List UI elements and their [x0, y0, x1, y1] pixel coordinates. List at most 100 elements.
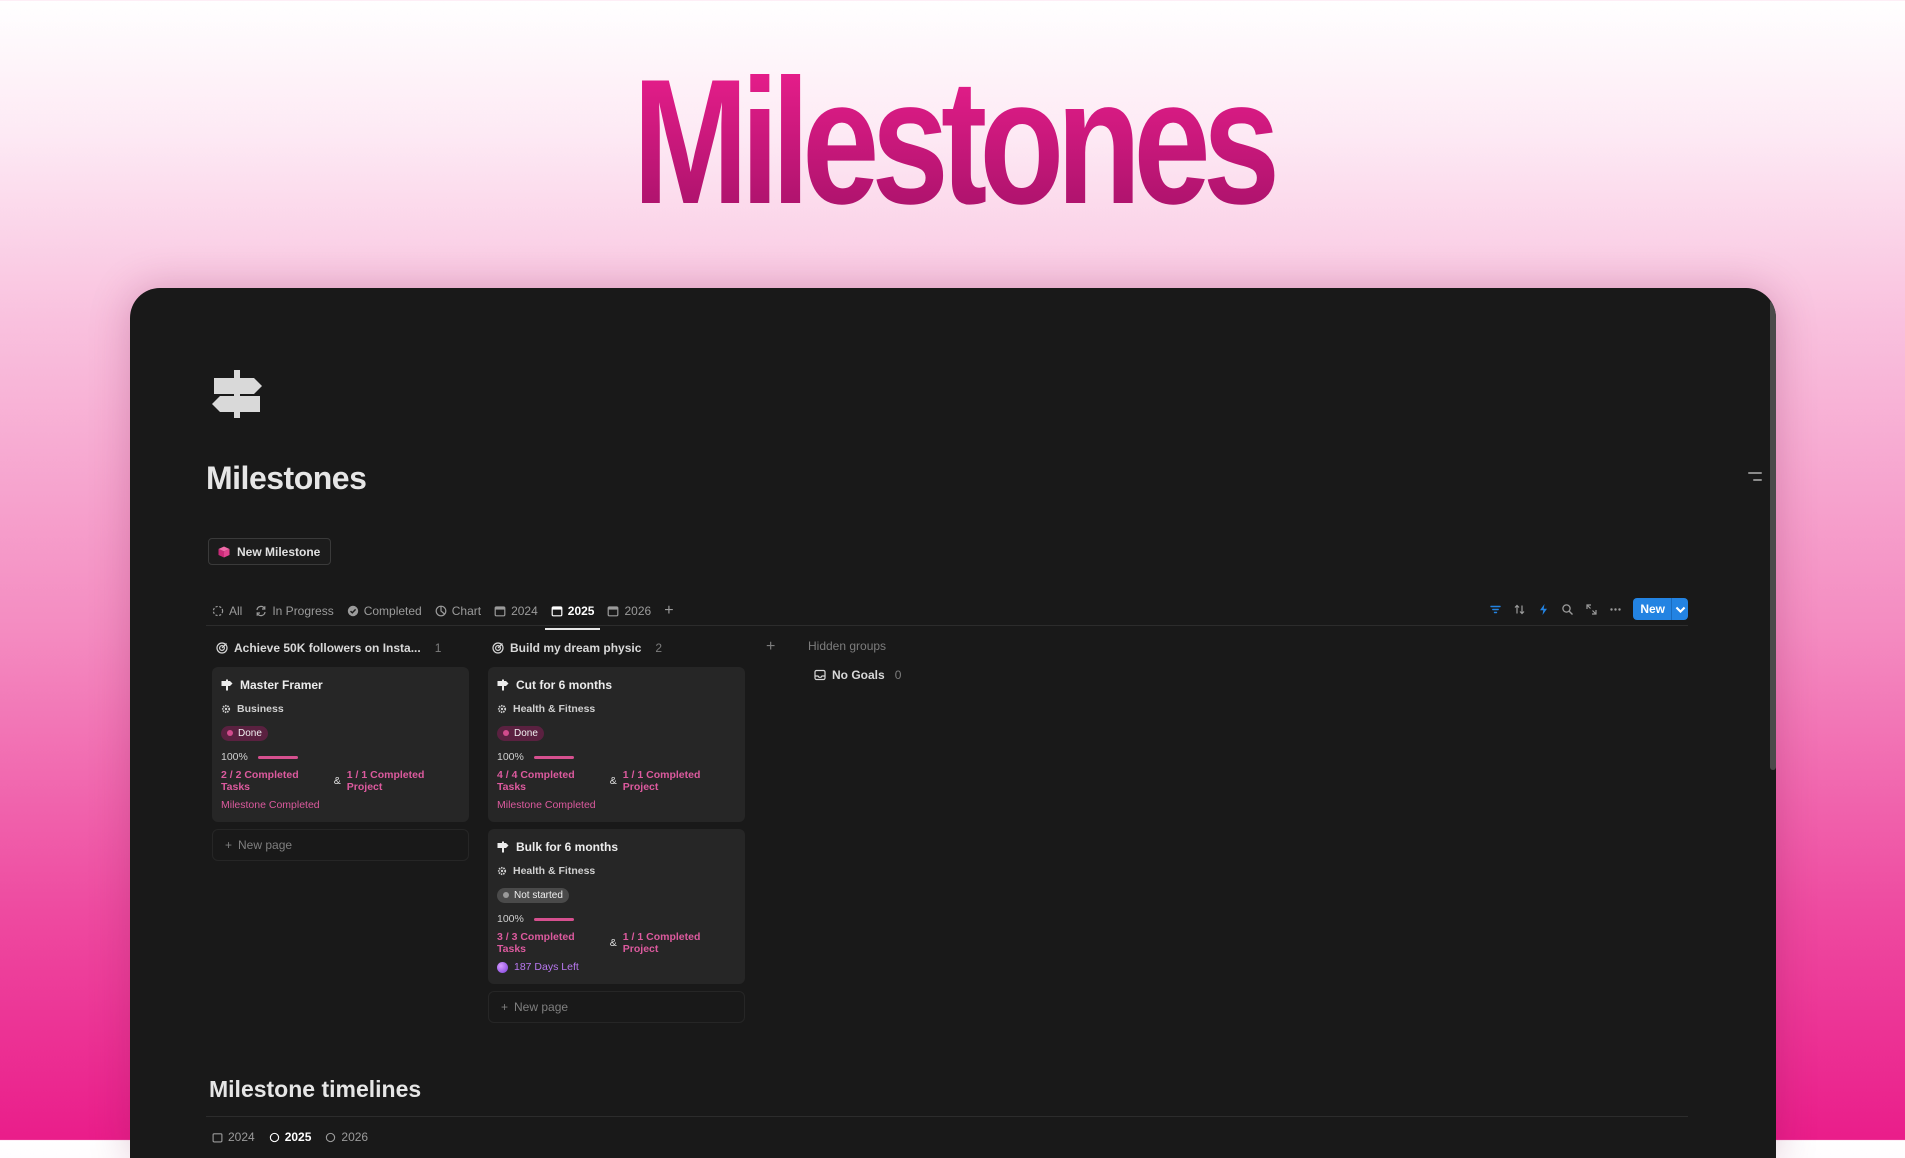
new-milestone-label: New Milestone	[237, 544, 321, 559]
tasks-count: 3 / 3 Completed Tasks	[497, 931, 575, 955]
new-dropdown-button[interactable]	[1671, 598, 1688, 620]
new-page-button[interactable]: + New page	[212, 829, 469, 861]
card-footer: 187 Days Left	[497, 958, 736, 976]
progress-text: 100%	[221, 751, 248, 763]
card-title-text: Master Framer	[240, 678, 323, 692]
more-icon[interactable]	[1609, 603, 1622, 616]
timeline-tabs: 2024 2025 2026	[212, 1130, 368, 1144]
badge-check-icon	[347, 605, 358, 617]
new-button-group: New	[1633, 598, 1688, 620]
column-title: Achieve 50K followers on Insta...	[234, 641, 421, 655]
milestone-card[interactable]: Bulk for 6 months Health & Fitness Not s…	[488, 829, 745, 984]
expand-icon[interactable]	[1585, 603, 1598, 616]
card-progress: 100%	[221, 748, 460, 766]
card-progress: 100%	[497, 910, 736, 928]
sort-icon[interactable]	[1513, 603, 1526, 616]
column-header[interactable]: Achieve 50K followers on Insta... 1	[212, 638, 469, 658]
new-button[interactable]: New	[1633, 598, 1671, 620]
milestone-status: Milestone Completed	[497, 799, 596, 811]
status-badge: Done	[497, 725, 544, 741]
progress-bar	[257, 755, 298, 759]
tab-label: 2026	[341, 1130, 369, 1144]
card-summary: 3 / 3 Completed Tasks & 1 / 1 Completed …	[497, 931, 736, 955]
tab-2024[interactable]: 2024	[494, 599, 538, 623]
milestone-card[interactable]: Master Framer Business Done 100% 2 / 2 C…	[212, 667, 469, 822]
milestone-card[interactable]: Cut for 6 months Health & Fitness Done 1…	[488, 667, 745, 822]
calendar-icon	[551, 606, 563, 617]
moon-icon	[497, 961, 508, 973]
card-status: Not started	[497, 886, 736, 904]
projects-count: 1 / 1 Completed Project	[622, 769, 701, 793]
category-text: Business	[237, 703, 284, 715]
inbox-icon	[814, 669, 826, 681]
scrollbar[interactable]	[1770, 300, 1776, 770]
gear-icon	[221, 704, 231, 714]
tab-label: In Progress	[272, 604, 334, 618]
database-toolbar: New	[1489, 598, 1688, 620]
progress-bar	[533, 755, 574, 759]
tab-2024[interactable]: 2024	[212, 1130, 255, 1144]
tab-2026[interactable]: 2026	[607, 599, 651, 623]
card-title: Cut for 6 months	[497, 676, 736, 694]
tab-2025[interactable]: 2025	[544, 599, 601, 630]
plus-icon: +	[501, 1000, 509, 1014]
status-dot	[503, 892, 509, 898]
signpost-icon	[497, 679, 509, 691]
milestone-status: Milestone Completed	[221, 799, 320, 811]
tab-all[interactable]: All	[212, 599, 242, 623]
projects-count: 1 / 1 Completed Project	[622, 931, 701, 955]
card-status: Done	[221, 724, 460, 742]
filter-icon[interactable]	[1489, 603, 1502, 616]
status-text: Done	[514, 727, 538, 739]
card-title-text: Cut for 6 months	[516, 678, 612, 692]
category-text: Health & Fitness	[513, 865, 596, 877]
column-count: 2	[655, 641, 663, 655]
tab-label: All	[229, 604, 243, 618]
status-text: Not started	[514, 889, 563, 901]
hidden-group-no-goals[interactable]: No Goals 0	[814, 668, 901, 682]
plus-icon: +	[225, 838, 233, 852]
card-summary: 2 / 2 Completed Tasks & 1 / 1 Completed …	[221, 769, 460, 793]
tab-label: Completed	[363, 604, 422, 618]
days-left: 187 Days Left	[514, 961, 579, 973]
card-title: Bulk for 6 months	[497, 838, 736, 856]
add-group-icon[interactable]: +	[766, 638, 775, 656]
category-text: Health & Fitness	[513, 703, 596, 715]
tab-chart[interactable]: Chart	[435, 599, 481, 623]
card-footer: Milestone Completed	[497, 796, 736, 814]
board-column: Build my dream physic 2 Cut for 6 months…	[488, 638, 745, 1023]
pie-chart-icon	[435, 605, 447, 617]
calendar-icon	[212, 1132, 223, 1142]
calendar-icon	[494, 606, 506, 617]
lightning-icon[interactable]	[1537, 603, 1550, 616]
tasks-count: 4 / 4 Completed Tasks	[497, 769, 575, 793]
ampersand: &	[609, 775, 617, 787]
signpost-icon	[221, 679, 233, 691]
app-window: Milestones New Milestone All In Progress…	[130, 288, 1776, 1158]
card-footer: Milestone Completed	[221, 796, 460, 814]
refresh-icon	[326, 1132, 336, 1142]
card-category: Health & Fitness	[497, 700, 736, 718]
search-icon[interactable]	[1561, 603, 1574, 616]
tab-2025[interactable]: 2025	[269, 1130, 311, 1144]
card-progress: 100%	[497, 748, 736, 766]
new-milestone-button[interactable]: New Milestone	[208, 538, 332, 565]
projects-count: 1 / 1 Completed Project	[346, 769, 425, 793]
card-title: Master Framer	[221, 676, 460, 694]
tab-in-progress[interactable]: In Progress	[255, 599, 334, 623]
progress-bar	[533, 917, 574, 921]
column-header[interactable]: Build my dream physic 2	[488, 638, 745, 658]
tab-2026[interactable]: 2026	[325, 1130, 368, 1144]
outline-icon[interactable]	[1748, 472, 1762, 486]
tab-completed[interactable]: Completed	[347, 599, 422, 623]
tasks-count: 2 / 2 Completed Tasks	[221, 769, 299, 793]
card-status: Done	[497, 724, 736, 742]
status-badge: Not started	[497, 887, 569, 903]
card-category: Business	[221, 700, 460, 718]
tab-label: Chart	[451, 604, 482, 618]
add-view-icon[interactable]: +	[664, 599, 673, 623]
no-goals-count: 0	[894, 668, 902, 682]
new-page-button[interactable]: + New page	[488, 991, 745, 1023]
status-text: Done	[238, 727, 262, 739]
no-goals-label: No Goals	[832, 668, 885, 682]
